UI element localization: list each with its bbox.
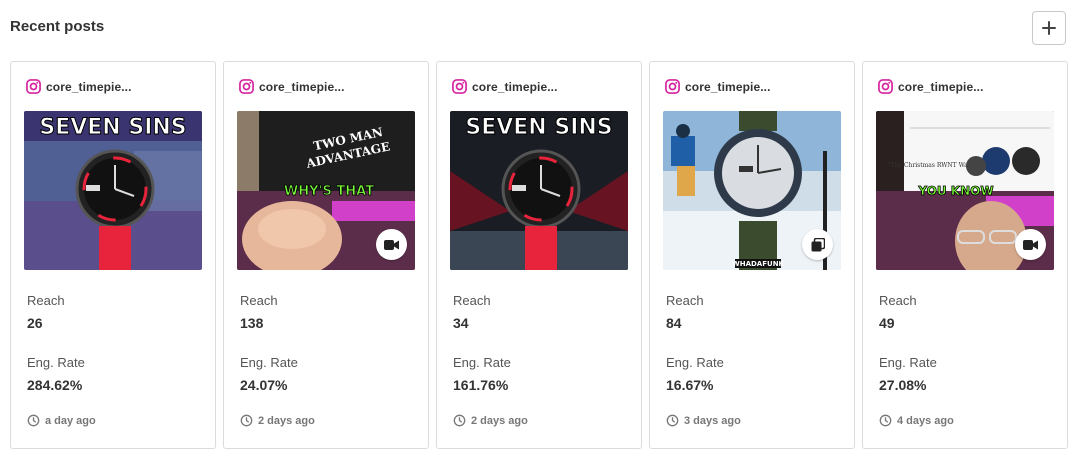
reach-label: Reach: [879, 293, 917, 308]
post-card[interactable]: core_timepie... "The Christmas RWNT Watc…: [862, 61, 1068, 449]
section-title: Recent posts: [10, 18, 105, 35]
post-time: 2 days ago: [240, 414, 315, 427]
post-time: 3 days ago: [666, 414, 741, 427]
clock-icon: [240, 414, 253, 427]
time-text: 2 days ago: [258, 414, 315, 427]
watch-promo-image: SEVEN SINS: [450, 111, 628, 270]
time-text: 3 days ago: [684, 414, 741, 427]
instagram-icon: [452, 79, 467, 94]
post-card[interactable]: core_timepie... SEVEN SINS Reach 34 Eng.…: [436, 61, 642, 449]
post-account[interactable]: core_timepie...: [452, 79, 558, 94]
account-handle: core_timepie...: [46, 79, 132, 94]
post-card[interactable]: core_timepie... SEVEN SINS Reach 26 Eng.…: [10, 61, 216, 449]
post-account[interactable]: core_timepie...: [878, 79, 984, 94]
eng-rate-label: Eng. Rate: [453, 355, 511, 370]
thumb-caption: WHADAFUNK: [732, 260, 785, 268]
eng-rate-value: 16.67%: [666, 377, 714, 393]
video-badge: [1015, 229, 1046, 260]
reach-label: Reach: [240, 293, 278, 308]
add-post-button[interactable]: [1032, 11, 1066, 45]
reach-value: 84: [666, 315, 682, 331]
account-handle: core_timepie...: [472, 79, 558, 94]
watch-promo-image: SEVEN SINS: [24, 111, 202, 270]
post-thumbnail[interactable]: "The Christmas RWNT Watch" YOU KNOW: [876, 111, 1054, 270]
account-handle: core_timepie...: [685, 79, 771, 94]
eng-rate-label: Eng. Rate: [27, 355, 85, 370]
eng-rate-label: Eng. Rate: [666, 355, 724, 370]
post-account[interactable]: core_timepie...: [239, 79, 345, 94]
post-time: 4 days ago: [879, 414, 954, 427]
carousel-badge: [802, 229, 833, 260]
eng-rate-label: Eng. Rate: [879, 355, 937, 370]
clock-icon: [879, 414, 892, 427]
post-thumbnail[interactable]: SEVEN SINS: [24, 111, 202, 270]
video-icon: [1022, 239, 1038, 250]
post-card[interactable]: core_timepie... TWO MAN ADVANTAGE WHY'S …: [223, 61, 429, 449]
reach-value: 49: [879, 315, 895, 331]
reach-value: 26: [27, 315, 43, 331]
post-thumbnail[interactable]: WHADAFUNK: [663, 111, 841, 270]
thumb-caption: SEVEN SINS: [465, 115, 612, 140]
time-text: 2 days ago: [471, 414, 528, 427]
instagram-icon: [239, 79, 254, 94]
clock-icon: [453, 414, 466, 427]
post-account[interactable]: core_timepie...: [26, 79, 132, 94]
eng-rate-value: 284.62%: [27, 377, 83, 393]
carousel-icon: [811, 237, 825, 251]
eng-rate-label: Eng. Rate: [240, 355, 298, 370]
eng-rate-value: 161.76%: [453, 377, 509, 393]
plus-icon: [1042, 21, 1056, 35]
instagram-icon: [26, 79, 41, 94]
reach-label: Reach: [453, 293, 491, 308]
instagram-icon: [878, 79, 893, 94]
post-thumbnail[interactable]: TWO MAN ADVANTAGE WHY'S THAT: [237, 111, 415, 270]
post-time: 2 days ago: [453, 414, 528, 427]
eng-rate-value: 24.07%: [240, 377, 288, 393]
thumb-caption: WHY'S THAT: [284, 184, 374, 199]
account-handle: core_timepie...: [259, 79, 345, 94]
time-text: 4 days ago: [897, 414, 954, 427]
time-text: a day ago: [45, 414, 96, 427]
reach-value: 34: [453, 315, 469, 331]
account-handle: core_timepie...: [898, 79, 984, 94]
reach-label: Reach: [27, 293, 65, 308]
recent-posts-header: Recent posts: [10, 0, 1068, 56]
reach-label: Reach: [666, 293, 704, 308]
instagram-icon: [665, 79, 680, 94]
thumb-caption: SEVEN SINS: [39, 115, 186, 140]
video-badge: [376, 229, 407, 260]
post-account[interactable]: core_timepie...: [665, 79, 771, 94]
clock-icon: [666, 414, 679, 427]
post-thumbnail[interactable]: SEVEN SINS: [450, 111, 628, 270]
clock-icon: [27, 414, 40, 427]
posts-grid: core_timepie... SEVEN SINS Reach 26 Eng.…: [10, 61, 1068, 449]
post-card[interactable]: core_timepie... WHADAFUNK Reach 84 Eng. …: [649, 61, 855, 449]
reach-value: 138: [240, 315, 264, 331]
post-time: a day ago: [27, 414, 96, 427]
thumb-caption: YOU KNOW: [917, 184, 993, 198]
video-icon: [383, 239, 399, 250]
eng-rate-value: 27.08%: [879, 377, 927, 393]
